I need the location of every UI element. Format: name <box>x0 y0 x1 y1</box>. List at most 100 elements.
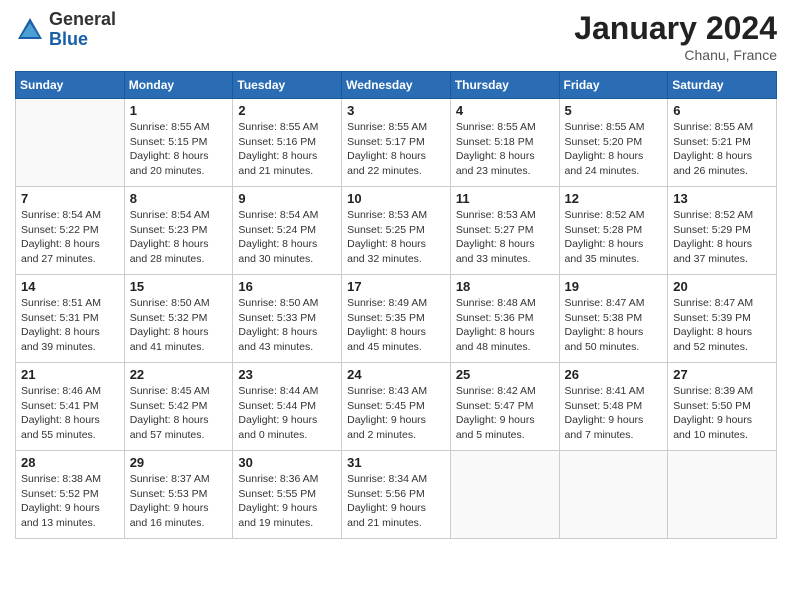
calendar-day-cell <box>450 451 559 539</box>
col-saturday: Saturday <box>668 72 777 99</box>
day-number: 12 <box>565 191 663 206</box>
day-number: 10 <box>347 191 445 206</box>
day-number: 28 <box>21 455 119 470</box>
calendar-day-cell: 5 Sunrise: 8:55 AMSunset: 5:20 PMDaylight… <box>559 99 668 187</box>
day-info: Sunrise: 8:55 AMSunset: 5:21 PMDaylight:… <box>673 120 771 179</box>
title-area: January 2024 Chanu, France <box>574 10 777 63</box>
day-number: 23 <box>238 367 336 382</box>
calendar-day-cell <box>668 451 777 539</box>
day-info: Sunrise: 8:53 AMSunset: 5:27 PMDaylight:… <box>456 208 554 267</box>
calendar-day-cell: 30Sunrise: 8:36 AMSunset: 5:55 PMDayligh… <box>233 451 342 539</box>
calendar-day-cell: 29Sunrise: 8:37 AMSunset: 5:53 PMDayligh… <box>124 451 233 539</box>
day-info: Sunrise: 8:55 AMSunset: 5:20 PMDaylight:… <box>565 120 663 179</box>
day-info: Sunrise: 8:53 AMSunset: 5:25 PMDaylight:… <box>347 208 445 267</box>
location: Chanu, France <box>574 47 777 63</box>
calendar-day-cell: 19 Sunrise: 8:47 AMSunset: 5:38 PMDayligh… <box>559 275 668 363</box>
day-number: 16 <box>238 279 336 294</box>
day-info: Sunrise: 8:47 AMSunset: 5:39 PMDaylight:… <box>673 296 771 355</box>
day-info: Sunrise: 8:52 AMSunset: 5:28 PMDaylight:… <box>565 208 663 267</box>
day-info: Sunrise: 8:55 AMSunset: 5:17 PMDaylight:… <box>347 120 445 179</box>
calendar-day-cell: 11 Sunrise: 8:53 AMSunset: 5:27 PMDayligh… <box>450 187 559 275</box>
calendar-day-cell: 20 Sunrise: 8:47 AMSunset: 5:39 PMDayligh… <box>668 275 777 363</box>
day-number: 7 <box>21 191 119 206</box>
calendar-day-cell: 10 Sunrise: 8:53 AMSunset: 5:25 PMDayligh… <box>342 187 451 275</box>
day-info: Sunrise: 8:39 AMSunset: 5:50 PMDaylight:… <box>673 384 771 443</box>
day-number: 14 <box>21 279 119 294</box>
calendar-body: 1 Sunrise: 8:55 AMSunset: 5:15 PMDaylight… <box>16 99 777 539</box>
day-info: Sunrise: 8:36 AMSunset: 5:55 PMDaylight:… <box>238 472 336 531</box>
day-info: Sunrise: 8:41 AMSunset: 5:48 PMDaylight:… <box>565 384 663 443</box>
day-number: 29 <box>130 455 228 470</box>
calendar-day-cell: 6 Sunrise: 8:55 AMSunset: 5:21 PMDaylight… <box>668 99 777 187</box>
day-info: Sunrise: 8:45 AMSunset: 5:42 PMDaylight:… <box>130 384 228 443</box>
day-number: 26 <box>565 367 663 382</box>
day-info: Sunrise: 8:54 AMSunset: 5:22 PMDaylight:… <box>21 208 119 267</box>
header-row: Sunday Monday Tuesday Wednesday Thursday… <box>16 72 777 99</box>
calendar-week-row: 1 Sunrise: 8:55 AMSunset: 5:15 PMDaylight… <box>16 99 777 187</box>
day-number: 5 <box>565 103 663 118</box>
calendar-week-row: 21Sunrise: 8:46 AMSunset: 5:41 PMDayligh… <box>16 363 777 451</box>
day-info: Sunrise: 8:50 AMSunset: 5:32 PMDaylight:… <box>130 296 228 355</box>
day-number: 19 <box>565 279 663 294</box>
day-info: Sunrise: 8:34 AMSunset: 5:56 PMDaylight:… <box>347 472 445 531</box>
day-number: 8 <box>130 191 228 206</box>
day-number: 18 <box>456 279 554 294</box>
day-info: Sunrise: 8:42 AMSunset: 5:47 PMDaylight:… <box>456 384 554 443</box>
calendar-day-cell: 13Sunrise: 8:52 AMSunset: 5:29 PMDayligh… <box>668 187 777 275</box>
col-wednesday: Wednesday <box>342 72 451 99</box>
calendar-day-cell <box>16 99 125 187</box>
calendar-day-cell: 24 Sunrise: 8:43 AMSunset: 5:45 PMDayligh… <box>342 363 451 451</box>
day-info: Sunrise: 8:47 AMSunset: 5:38 PMDaylight:… <box>565 296 663 355</box>
day-info: Sunrise: 8:50 AMSunset: 5:33 PMDaylight:… <box>238 296 336 355</box>
col-sunday: Sunday <box>16 72 125 99</box>
day-number: 25 <box>456 367 554 382</box>
calendar-day-cell: 12 Sunrise: 8:52 AMSunset: 5:28 PMDayligh… <box>559 187 668 275</box>
day-info: Sunrise: 8:44 AMSunset: 5:44 PMDaylight:… <box>238 384 336 443</box>
day-number: 31 <box>347 455 445 470</box>
day-number: 1 <box>130 103 228 118</box>
calendar-day-cell: 18Sunrise: 8:48 AMSunset: 5:36 PMDayligh… <box>450 275 559 363</box>
calendar-week-row: 28Sunrise: 8:38 AMSunset: 5:52 PMDayligh… <box>16 451 777 539</box>
day-number: 13 <box>673 191 771 206</box>
calendar-week-row: 14 Sunrise: 8:51 AMSunset: 5:31 PMDayligh… <box>16 275 777 363</box>
calendar-day-cell <box>559 451 668 539</box>
calendar-day-cell: 23 Sunrise: 8:44 AMSunset: 5:44 PMDayligh… <box>233 363 342 451</box>
day-info: Sunrise: 8:54 AMSunset: 5:24 PMDaylight:… <box>238 208 336 267</box>
day-info: Sunrise: 8:43 AMSunset: 5:45 PMDaylight:… <box>347 384 445 443</box>
calendar-day-cell: 26 Sunrise: 8:41 AMSunset: 5:48 PMDayligh… <box>559 363 668 451</box>
calendar-day-cell: 17Sunrise: 8:49 AMSunset: 5:35 PMDayligh… <box>342 275 451 363</box>
calendar-day-cell: 22 Sunrise: 8:45 AMSunset: 5:42 PMDayligh… <box>124 363 233 451</box>
day-info: Sunrise: 8:55 AMSunset: 5:15 PMDaylight:… <box>130 120 228 179</box>
calendar-day-cell: 21Sunrise: 8:46 AMSunset: 5:41 PMDayligh… <box>16 363 125 451</box>
calendar-day-cell: 15 Sunrise: 8:50 AMSunset: 5:32 PMDayligh… <box>124 275 233 363</box>
header: General Blue January 2024 Chanu, France <box>15 10 777 63</box>
calendar-week-row: 7 Sunrise: 8:54 AMSunset: 5:22 PMDaylight… <box>16 187 777 275</box>
col-friday: Friday <box>559 72 668 99</box>
day-info: Sunrise: 8:51 AMSunset: 5:31 PMDaylight:… <box>21 296 119 355</box>
day-number: 3 <box>347 103 445 118</box>
page-container: General Blue January 2024 Chanu, France … <box>0 0 792 612</box>
col-tuesday: Tuesday <box>233 72 342 99</box>
day-number: 20 <box>673 279 771 294</box>
day-number: 15 <box>130 279 228 294</box>
day-number: 2 <box>238 103 336 118</box>
calendar-day-cell: 2Sunrise: 8:55 AMSunset: 5:16 PMDaylight… <box>233 99 342 187</box>
logo-general-text: General <box>49 10 116 30</box>
calendar-table: Sunday Monday Tuesday Wednesday Thursday… <box>15 71 777 539</box>
day-number: 17 <box>347 279 445 294</box>
calendar-header: Sunday Monday Tuesday Wednesday Thursday… <box>16 72 777 99</box>
calendar-day-cell: 27Sunrise: 8:39 AMSunset: 5:50 PMDayligh… <box>668 363 777 451</box>
day-info: Sunrise: 8:46 AMSunset: 5:41 PMDaylight:… <box>21 384 119 443</box>
calendar-day-cell: 14 Sunrise: 8:51 AMSunset: 5:31 PMDayligh… <box>16 275 125 363</box>
day-info: Sunrise: 8:55 AMSunset: 5:18 PMDaylight:… <box>456 120 554 179</box>
col-monday: Monday <box>124 72 233 99</box>
day-number: 6 <box>673 103 771 118</box>
calendar-day-cell: 1 Sunrise: 8:55 AMSunset: 5:15 PMDaylight… <box>124 99 233 187</box>
calendar-day-cell: 28Sunrise: 8:38 AMSunset: 5:52 PMDayligh… <box>16 451 125 539</box>
day-number: 24 <box>347 367 445 382</box>
calendar-day-cell: 25 Sunrise: 8:42 AMSunset: 5:47 PMDayligh… <box>450 363 559 451</box>
calendar-day-cell: 16 Sunrise: 8:50 AMSunset: 5:33 PMDayligh… <box>233 275 342 363</box>
day-number: 11 <box>456 191 554 206</box>
day-number: 22 <box>130 367 228 382</box>
month-title: January 2024 <box>574 10 777 47</box>
